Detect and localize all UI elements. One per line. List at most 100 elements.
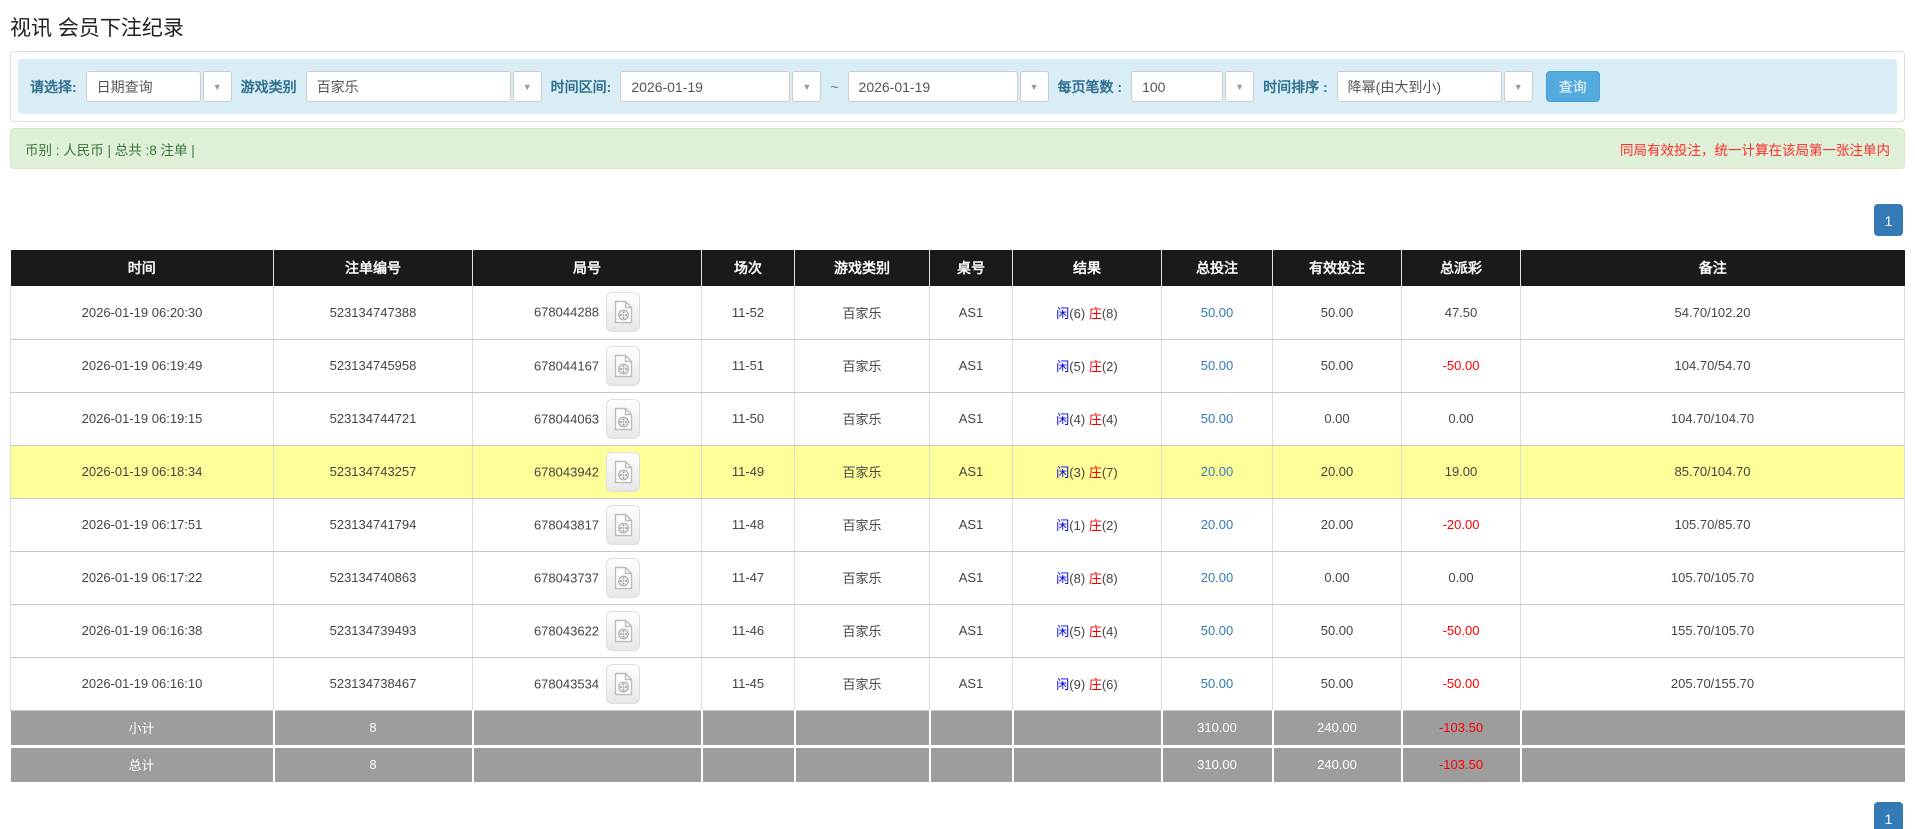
subtotal-payout: -103.50 <box>1401 709 1522 748</box>
column-header-valid-bet: 有效投注 <box>1272 250 1402 286</box>
video-file-icon <box>614 407 632 430</box>
cell-bet-id: 523134743257 <box>273 445 473 499</box>
video-file-icon <box>614 460 632 483</box>
total-bet-link[interactable]: 50.00 <box>1201 676 1234 691</box>
cell-payout: -20.00 <box>1401 498 1521 552</box>
table-row: 2026-01-19 06:17:51 523134741794 678043817… <box>10 498 1905 552</box>
game-category-value: 百家乐 <box>305 71 511 102</box>
search-button[interactable]: 查询 <box>1545 71 1600 102</box>
game-category-dropdown[interactable]: 百家乐 ▼ <box>305 71 542 102</box>
video-replay-button[interactable] <box>606 504 641 545</box>
cell-time: 2026-01-19 06:20:30 <box>10 286 274 340</box>
subtotal-empty <box>472 709 703 748</box>
chevron-down-icon[interactable]: ▼ <box>1019 71 1049 102</box>
total-bet-link[interactable]: 20.00 <box>1201 464 1234 479</box>
chevron-down-icon[interactable]: ▼ <box>1225 71 1255 102</box>
round-number: 678044063 <box>533 411 600 426</box>
cell-remark: 155.70/105.70 <box>1520 604 1905 658</box>
cell-result: 闲(3) 庄(7) <box>1012 445 1162 499</box>
cell-time: 2026-01-19 06:18:34 <box>10 445 274 499</box>
video-replay-button[interactable] <box>606 610 641 651</box>
video-replay-button[interactable] <box>606 557 641 598</box>
total-bet-link[interactable]: 50.00 <box>1201 411 1234 426</box>
cell-valid-bet: 50.00 <box>1272 604 1402 658</box>
video-file-icon <box>614 672 632 695</box>
total-bet-link[interactable]: 20.00 <box>1201 570 1234 585</box>
subtotal-empty <box>1520 709 1905 748</box>
cell-time: 2026-01-19 06:16:10 <box>10 657 274 711</box>
cell-session: 11-51 <box>701 339 795 393</box>
cell-total-bet: 20.00 <box>1161 445 1273 499</box>
column-header-session: 场次 <box>701 250 795 286</box>
total-bet-link[interactable]: 50.00 <box>1201 305 1234 320</box>
table-row: 2026-01-19 06:16:10 523134738467 678043534… <box>10 657 1905 711</box>
video-replay-button[interactable] <box>606 451 641 492</box>
cell-remark: 105.70/105.70 <box>1520 551 1905 605</box>
filter-bar: 请选择: 日期查询 ▼ 游戏类别 百家乐 ▼ 时间区间: 2026-01-19 … <box>18 59 1897 114</box>
chevron-down-icon[interactable]: ▼ <box>512 71 542 102</box>
pagination-top: 1 <box>0 204 1903 236</box>
cell-remark: 104.70/104.70 <box>1520 392 1905 446</box>
cell-bet-id: 523134739493 <box>273 604 473 658</box>
result-player: 闲(1) <box>1056 518 1086 533</box>
date-to-value: 2026-01-19 <box>847 71 1018 102</box>
cell-table-no: AS1 <box>929 392 1013 446</box>
total-valid-bet: 240.00 <box>1272 746 1403 782</box>
cell-remark: 205.70/155.70 <box>1520 657 1905 711</box>
cell-round: 678043622 <box>472 604 702 658</box>
cell-round: 678043942 <box>472 445 702 499</box>
cell-bet-id: 523134744721 <box>273 392 473 446</box>
video-replay-button[interactable] <box>606 292 641 333</box>
cell-bet-id: 523134747388 <box>273 286 473 340</box>
subtotal-label: 小计 <box>10 709 275 748</box>
total-bet-link[interactable]: 20.00 <box>1201 517 1234 532</box>
table-row: 2026-01-19 06:19:15 523134744721 678044063… <box>10 392 1905 446</box>
chevron-down-icon[interactable]: ▼ <box>202 71 232 102</box>
page-size-value: 100 <box>1131 71 1224 102</box>
cell-result: 闲(9) 庄(6) <box>1012 657 1162 711</box>
video-replay-button[interactable] <box>606 398 641 439</box>
time-sort-value: 降幂(由大到小) <box>1336 71 1502 102</box>
subtotal-count: 8 <box>273 709 474 748</box>
chevron-down-icon[interactable]: ▼ <box>1503 71 1533 102</box>
result-player: 闲(3) <box>1056 465 1086 480</box>
cell-table-no: AS1 <box>929 339 1013 393</box>
summary-bar: 币别 : 人民币 | 总共 :8 注单 | 同局有效投注，统一计算在该局第一张注… <box>10 128 1905 169</box>
column-header-round: 局号 <box>472 250 702 286</box>
result-banker: 庄(8) <box>1088 571 1118 586</box>
table-row: 2026-01-19 06:19:49 523134745958 678044167… <box>10 339 1905 393</box>
page-size-label: 每页笔数 : <box>1057 78 1123 95</box>
total-bet-link[interactable]: 50.00 <box>1201 623 1234 638</box>
time-sort-dropdown[interactable]: 降幂(由大到小) ▼ <box>1336 71 1533 102</box>
total-bet-link[interactable]: 50.00 <box>1201 358 1234 373</box>
cell-table-no: AS1 <box>929 498 1013 552</box>
cell-time: 2026-01-19 06:19:15 <box>10 392 274 446</box>
video-replay-button[interactable] <box>606 663 641 704</box>
date-to-picker[interactable]: 2026-01-19 ▼ <box>847 71 1049 102</box>
total-empty <box>1012 746 1163 782</box>
cell-table-no: AS1 <box>929 445 1013 499</box>
subtotal-empty <box>929 709 1014 748</box>
cell-table-no: AS1 <box>929 551 1013 605</box>
date-from-picker[interactable]: 2026-01-19 ▼ <box>620 71 822 102</box>
column-header-remark: 备注 <box>1520 250 1905 286</box>
page-size-dropdown[interactable]: 100 ▼ <box>1131 71 1255 102</box>
cell-valid-bet: 50.00 <box>1272 339 1402 393</box>
cell-valid-bet: 50.00 <box>1272 657 1402 711</box>
total-empty <box>701 746 796 782</box>
cell-payout: 19.00 <box>1401 445 1521 499</box>
round-number: 678043534 <box>533 676 600 691</box>
page-button-1[interactable]: 1 <box>1874 802 1903 829</box>
column-header-total-bet: 总投注 <box>1161 250 1273 286</box>
cell-remark: 54.70/102.20 <box>1520 286 1905 340</box>
cell-result: 闲(5) 庄(2) <box>1012 339 1162 393</box>
table-row: 2026-01-19 06:20:30 523134747388 678044288… <box>10 286 1905 340</box>
total-row: 总计 8 310.00 240.00 -103.50 <box>10 746 1905 782</box>
cell-time: 2026-01-19 06:17:51 <box>10 498 274 552</box>
page-button-1[interactable]: 1 <box>1874 204 1903 236</box>
chevron-down-icon[interactable]: ▼ <box>792 71 822 102</box>
cell-round: 678044288 <box>472 286 702 340</box>
select-type-dropdown[interactable]: 日期查询 ▼ <box>85 71 232 102</box>
video-file-icon <box>614 619 632 642</box>
video-replay-button[interactable] <box>606 345 641 386</box>
